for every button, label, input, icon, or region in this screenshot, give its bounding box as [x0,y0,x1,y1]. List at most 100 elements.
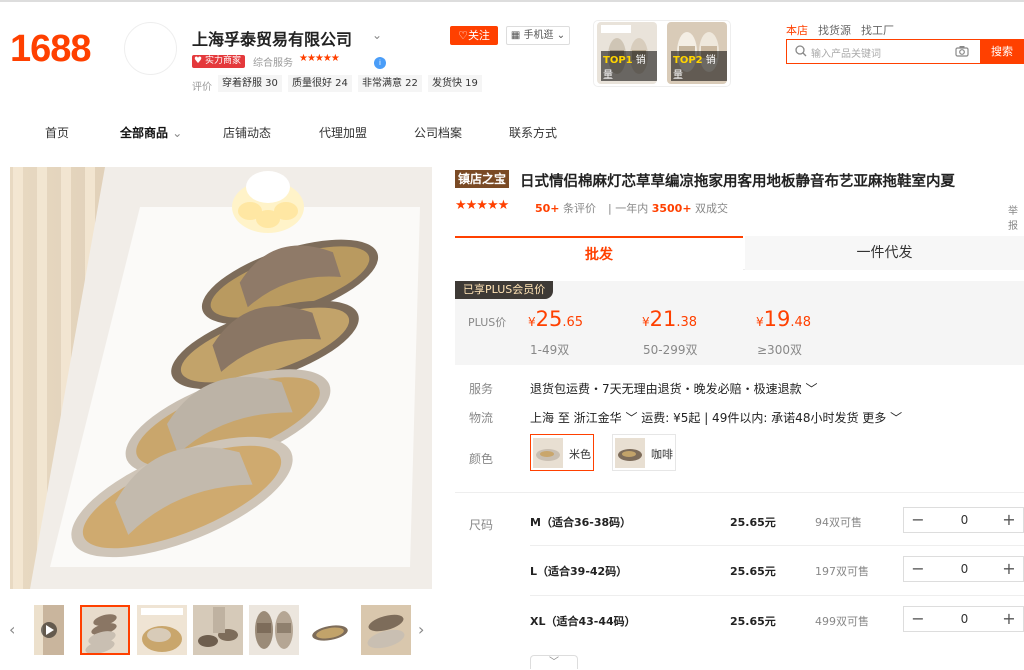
minus-icon[interactable]: − [904,607,932,631]
size-name: L（适合39-42码） [530,565,628,578]
review-count[interactable]: 50+ 条评价 [535,200,596,216]
eval-tag[interactable]: 穿着舒服 30 [218,75,282,92]
eval-tag[interactable]: 发货快 19 [428,75,482,92]
thumbnail[interactable] [193,605,243,655]
logistics-label: 物流 [469,411,494,425]
thumbnail[interactable] [137,605,187,655]
treasure-badge: 镇店之宝 [455,170,510,188]
rating-stars: ★★★★★ [455,198,509,213]
follow-button[interactable]: ♡关注 [450,26,498,45]
plus-member-badge: 已享PLUS会员价 [455,281,554,299]
eval-tag[interactable]: 质量很好 24 [288,75,352,92]
top-divider [0,0,1024,2]
quantity-input[interactable]: 0 [932,557,997,581]
chevron-left-icon[interactable]: ‹ [9,620,15,639]
nav-all-products[interactable]: 全部商品 ⌄ [120,124,182,141]
eval-tag[interactable]: 非常满意 22 [358,75,422,92]
service-stars: ★★★★★ [299,53,340,64]
logistics-info[interactable]: 上海 至 浙江金华 ﹀ 运费: ¥5起 | 49件以内: 承诺48小时发货 更多… [530,409,902,426]
thumbnail[interactable] [361,605,411,655]
divider [455,492,1024,493]
tier-range: 50-299双 [643,343,698,357]
top-product-thumb[interactable]: TOP2 销量 [667,22,727,84]
nav-home[interactable]: 首页 [45,124,69,141]
nav-contact[interactable]: 联系方式 [509,124,557,141]
nav-company-profile[interactable]: 公司档案 [414,124,462,141]
quantity-input[interactable]: 0 [932,508,997,532]
mobile-shop-button[interactable]: ▦ 手机逛 ⌄ [506,26,570,45]
tab-dropship[interactable]: 一件代发 [745,236,1024,270]
color-name: 咖啡 [651,448,673,461]
eval-label: 评价 [192,82,212,93]
thumbnail-video[interactable] [34,605,64,655]
top-label: TOP2 销量 [671,51,727,81]
color-swatch-image [533,438,563,468]
shield-icon: ♥ [194,56,203,66]
service-guarantees[interactable]: 退货包运费・7天无理由退货・晚发必赔・极速退款 ﹀ [530,380,817,397]
thumb-image [137,605,187,655]
color-label: 颜色 [469,452,494,466]
chevron-down-icon[interactable]: ⌄ [372,28,382,42]
search-tab-shop[interactable]: 本店 [786,22,808,38]
divider [530,545,1024,546]
size-stock: 499双可售 [815,615,869,628]
thumbnail[interactable] [305,605,355,655]
color-option-beige[interactable]: 米色 [530,434,594,471]
slipper-photo [10,167,432,589]
mobile-label: 手机逛 [523,30,554,41]
info-icon[interactable]: i [374,57,386,69]
report-link[interactable]: 举报 [1008,202,1024,232]
quantity-stepper: − 0 + [903,507,1024,533]
heart-icon: ♡ [458,29,468,42]
tier-range: ≥300双 [757,343,802,357]
tab-wholesale[interactable]: 批发 [455,236,743,270]
camera-icon[interactable] [955,45,969,57]
search-tab-source[interactable]: 找货源 [818,22,851,38]
tier-price: ¥19.48 [756,307,812,331]
divider [530,595,1024,596]
color-swatch-image [615,438,645,468]
nav-store-news[interactable]: 店铺动态 [223,124,271,141]
nav-franchise[interactable]: 代理加盟 [319,124,367,141]
service-label: 服务 [469,382,494,396]
size-price: 25.65元 [730,615,776,628]
thumb-image [249,605,299,655]
top-product-thumb[interactable]: TOP1 销量 [597,22,657,84]
search-tab-factory[interactable]: 找工厂 [861,22,894,38]
main-product-image[interactable] [10,167,432,589]
chevron-right-icon[interactable]: › [418,620,424,639]
plus-price-label: PLUS价 [468,316,507,329]
video-thumb-image [34,605,64,655]
expand-sizes-button[interactable]: ﹀ [530,655,578,669]
color-option-coffee[interactable]: 咖啡 [612,434,676,471]
top-label: TOP1 销量 [601,51,657,81]
plus-icon[interactable]: + [995,508,1023,532]
shop-name[interactable]: 上海孚泰贸易有限公司 [192,26,352,50]
size-price: 25.65元 [730,565,776,578]
size-name: XL（适合43-44码） [530,615,636,628]
search-icon [795,45,807,57]
size-name: M（适合36-38码） [530,516,632,529]
service-label: 综合服务 [253,58,293,69]
thumbnail[interactable] [249,605,299,655]
plus-icon[interactable]: + [995,607,1023,631]
thumb-image [193,605,243,655]
tier-price: ¥21.38 [642,307,698,331]
search-button[interactable]: 搜索 [980,39,1024,64]
plus-icon[interactable]: + [995,557,1023,581]
quantity-input[interactable]: 0 [932,607,997,631]
size-stock: 197双可售 [815,565,869,578]
power-badge-label: 实力商家 [204,56,241,66]
tier-range: 1-49双 [530,343,570,357]
thumb-image [305,605,355,655]
thumbnail[interactable] [80,605,130,655]
site-logo[interactable]: 1688 [10,28,92,71]
thumb-image [361,605,411,655]
minus-icon[interactable]: − [904,557,932,581]
shop-avatar[interactable] [124,22,177,75]
follow-label: 关注 [467,29,490,42]
chevron-down-icon: ⌄ [172,126,183,140]
minus-icon[interactable]: − [904,508,932,532]
product-title: 日式情侣棉麻灯芯草草编凉拖家用客用地板静音布艺亚麻拖鞋室内夏 [520,173,955,190]
tier-price: ¥25.65 [528,307,584,331]
